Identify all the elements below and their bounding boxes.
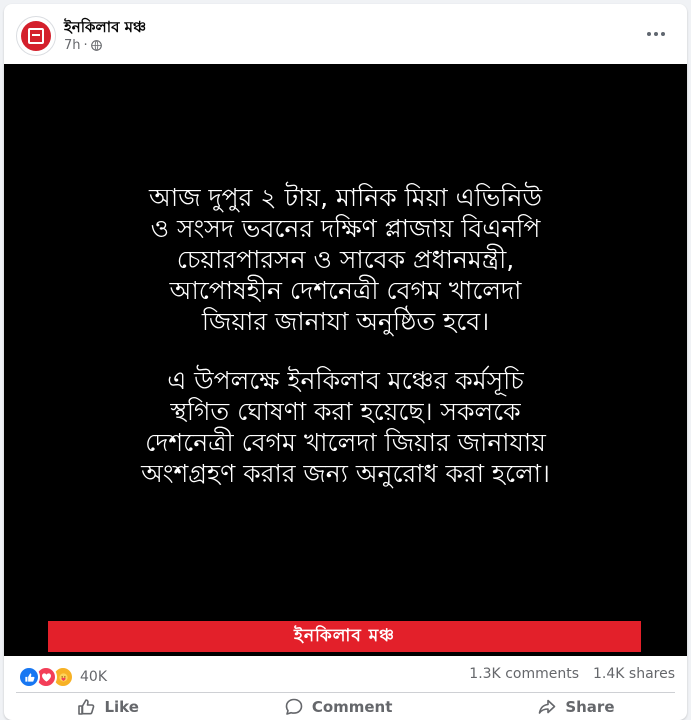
shares-count[interactable]: 1.4K shares bbox=[593, 666, 675, 682]
like-icon bbox=[18, 666, 40, 688]
announcement-line: অংশগ্রহণ করার জন্য অনুরোধ করা হলো। bbox=[141, 459, 550, 488]
reactions-summary[interactable]: 40K bbox=[18, 666, 107, 688]
post-timestamp[interactable]: 7h bbox=[64, 38, 81, 53]
post-image[interactable]: আজ দুপুর ২ টায়, মানিক মিয়া এভিনিউ ও সং… bbox=[4, 64, 687, 656]
comment-icon bbox=[285, 698, 303, 715]
comments-count[interactable]: 1.3K comments bbox=[469, 666, 579, 682]
post-stats: 40K 1.3K comments 1.4K shares bbox=[4, 656, 687, 692]
like-label: Like bbox=[104, 697, 139, 716]
post-card: ইনকিলাব মঞ্চ 7h · আজ দুপুর ২ টায়, মানিক… bbox=[4, 4, 687, 720]
comment-button[interactable]: Comment bbox=[272, 697, 405, 717]
share-button[interactable]: Share bbox=[525, 697, 626, 717]
page-avatar[interactable] bbox=[16, 16, 56, 56]
announcement-text: আজ দুপুর ২ টায়, মানিক মিয়া এভিনিউ ও সং… bbox=[64, 182, 627, 489]
announcement-line: আজ দুপুর ২ টায়, মানিক মিয়া এভিনিউ bbox=[149, 183, 542, 212]
announcement-line: চেয়ারপারসন ও সাবেক প্রধানমন্ত্রী, bbox=[176, 245, 515, 274]
thumbs-up-icon bbox=[78, 698, 95, 715]
globe-icon[interactable] bbox=[90, 40, 102, 51]
share-arrow-icon bbox=[539, 699, 556, 714]
banner-logo-text: ইনকিলাব মঞ্চ bbox=[293, 625, 396, 646]
share-label: Share bbox=[565, 697, 615, 716]
comment-label: Comment bbox=[311, 697, 393, 716]
post-header: ইনকিলাব মঞ্চ 7h · bbox=[4, 4, 687, 64]
page-logo-icon bbox=[21, 21, 51, 51]
reaction-count[interactable]: 40K bbox=[80, 669, 107, 685]
post-actions: Like Comment Share bbox=[4, 693, 687, 720]
engagement-counts: 1.3K comments 1.4K shares bbox=[469, 666, 675, 682]
announcement-line: স্থগিত ঘোষণা করা হয়েছে। সকলকে bbox=[170, 397, 521, 426]
announcement-line: এ উপলক্ষে ইনকিলাব মঞ্চের কর্মসূচি bbox=[167, 366, 524, 395]
announcement-line: ও সংসদ ভবনের দক্ষিণ প্লাজায় বিএনপি bbox=[150, 214, 541, 243]
announcement-line: দেশনেত্রী বেগম খালেদা জিয়ার জানাযায় bbox=[145, 428, 546, 457]
post-meta: 7h · bbox=[64, 38, 102, 53]
more-options-icon[interactable] bbox=[641, 22, 671, 46]
brand-banner: ইনকিলাব মঞ্চ bbox=[48, 621, 641, 652]
announcement-line: আপোষহীন দেশনেত্রী বেগম খালেদা bbox=[169, 276, 522, 305]
like-button[interactable]: Like bbox=[64, 697, 150, 717]
announcement-line: জিয়ার জানাযা অনুষ্ঠিত হবে। bbox=[201, 307, 490, 336]
meta-separator: · bbox=[83, 38, 88, 53]
